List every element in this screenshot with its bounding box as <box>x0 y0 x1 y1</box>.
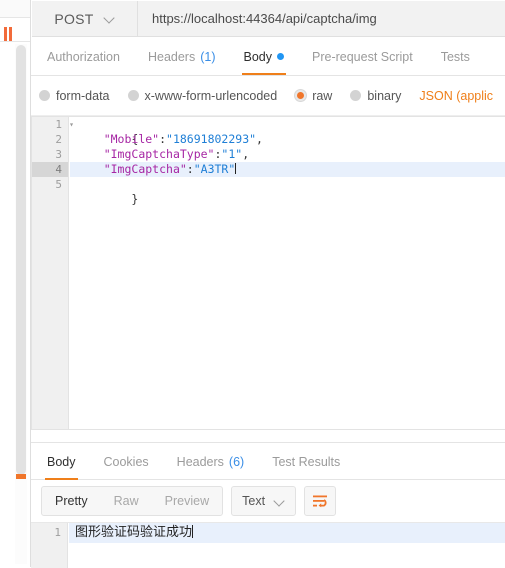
body-modified-dot-icon <box>277 53 284 60</box>
radio-form-data[interactable]: form-data <box>39 89 110 103</box>
radio-urlencoded-label: x-www-form-urlencoded <box>144 88 278 103</box>
response-line-1-text: 图形验证码验证成功 <box>75 525 193 540</box>
response-tab-test-results[interactable]: Test Results <box>258 443 354 480</box>
code-line-2-value: "18691802293" <box>166 132 257 146</box>
url-bar: POST https://localhost:44364/api/captcha… <box>31 0 505 38</box>
response-format-label: Text <box>242 494 266 508</box>
tab-tests[interactable]: Tests <box>427 38 484 75</box>
code-line-2-tail: , <box>256 132 263 146</box>
response-gutter-line-1: 1 <box>54 526 61 539</box>
response-tab-body-label: Body <box>47 454 76 469</box>
text-caret <box>235 163 237 174</box>
response-code-area[interactable]: 图形验证码验证成功 <box>69 523 505 568</box>
tab-headers-count: (1) <box>200 49 216 64</box>
request-tabs: Authorization Headers (1) Body Pre-reque… <box>31 38 505 76</box>
code-line-2-key: "Mobile" <box>103 132 160 146</box>
tab-body-label: Body <box>243 49 273 64</box>
code-line-4: "ImgCaptcha":"A3TR" <box>70 162 505 177</box>
code-line-2-colon: : <box>159 132 167 146</box>
tab-authorization-label: Authorization <box>47 49 120 64</box>
view-mode-raw[interactable]: Raw <box>101 487 152 515</box>
request-body-editor[interactable]: 1 ▾ 2 3 4 5 { "Mobile":"18691802293", "Im… <box>31 116 505 430</box>
gutter-line-2: 2 <box>55 133 62 146</box>
code-line-3: "ImgCaptchaType":"1", <box>70 147 505 162</box>
word-wrap-button[interactable] <box>304 486 337 516</box>
code-line-3-tail: , <box>242 147 250 161</box>
response-toolbar: Pretty Raw Preview Text <box>31 480 505 522</box>
panel-splitter[interactable] <box>31 430 505 442</box>
sidebar-top-bar <box>0 0 30 18</box>
response-tab-headers-count: (6) <box>228 454 245 469</box>
radio-binary[interactable]: binary <box>350 89 401 103</box>
word-wrap-icon <box>313 495 328 508</box>
pause-bars-icon <box>4 27 15 41</box>
response-tab-body[interactable]: Body <box>33 443 90 480</box>
content-type-dropdown[interactable]: JSON (applic <box>419 89 493 103</box>
response-body-viewer[interactable]: 1 图形验证码验证成功 <box>31 522 505 568</box>
tab-pre-request-script[interactable]: Pre-request Script <box>298 38 427 75</box>
tab-tests-label: Tests <box>440 49 470 64</box>
url-input[interactable]: https://localhost:44364/api/captcha/img <box>138 1 505 37</box>
radio-raw-label: raw <box>312 88 333 103</box>
http-method-dropdown[interactable]: POST <box>32 1 138 37</box>
url-text: https://localhost:44364/api/captcha/img <box>152 11 377 26</box>
editor-code-area[interactable]: { "Mobile":"18691802293", "ImgCaptchaTyp… <box>70 117 505 429</box>
code-line-4-key: "ImgCaptcha" <box>103 162 187 176</box>
sidebar-scrollbar-thumb[interactable] <box>16 45 26 475</box>
code-line-5: } <box>70 177 505 206</box>
code-line-2: "Mobile":"18691802293", <box>70 132 505 147</box>
view-mode-preview[interactable]: Preview <box>152 487 222 515</box>
code-line-5-text: } <box>131 192 139 206</box>
tab-headers-label: Headers <box>147 49 196 64</box>
response-tab-cookies-label: Cookies <box>103 454 149 469</box>
chevron-down-icon <box>274 496 285 507</box>
view-mode-pretty[interactable]: Pretty <box>42 487 101 515</box>
response-tab-test-results-label: Test Results <box>272 454 341 469</box>
editor-gutter: 1 ▾ 2 3 4 5 <box>32 117 74 429</box>
tab-pre-request-script-label: Pre-request Script <box>312 49 413 64</box>
code-line-4-colon: : <box>186 162 194 176</box>
response-line-1: 图形验证码验证成功 <box>69 523 505 543</box>
radio-raw[interactable]: raw <box>295 89 332 103</box>
radio-raw-circle-icon[interactable] <box>295 90 307 101</box>
response-gutter: 1 <box>31 523 68 568</box>
radio-form-data-label: form-data <box>56 88 110 103</box>
radio-urlencoded[interactable]: x-www-form-urlencoded <box>127 88 278 103</box>
response-format-dropdown[interactable]: Text <box>231 486 297 516</box>
request-response-panel: POST https://localhost:44364/api/captcha… <box>31 0 505 568</box>
http-method-label: POST <box>54 10 94 27</box>
radio-form-data-circle-icon[interactable] <box>39 90 50 101</box>
tab-headers[interactable]: Headers (1) <box>134 38 230 75</box>
code-line-3-value: "1" <box>221 147 243 161</box>
sidebar-orange-marker <box>16 474 26 479</box>
gutter-line-4: 4 <box>32 162 68 177</box>
body-type-selector: form-data x-www-form-urlencoded raw bina… <box>31 76 505 116</box>
gutter-line-3: 3 <box>55 148 62 161</box>
response-view-mode-group: Pretty Raw Preview <box>41 486 224 516</box>
response-tabs: Body Cookies Headers (6) Test Results <box>31 442 505 480</box>
gutter-line-1-number: 1 <box>55 118 62 131</box>
code-line-4-value: "A3TR" <box>193 162 236 176</box>
radio-urlencoded-circle-icon[interactable] <box>127 90 139 101</box>
radio-binary-circle-icon[interactable] <box>350 90 362 101</box>
code-line-3-key: "ImgCaptchaType" <box>103 147 215 161</box>
tab-body[interactable]: Body <box>230 38 299 75</box>
code-line-1: { <box>70 117 505 146</box>
response-tab-headers[interactable]: Headers (6) <box>163 443 259 480</box>
gutter-line-1: 1 ▾ <box>32 117 74 132</box>
tab-authorization[interactable]: Authorization <box>33 38 134 75</box>
response-text-caret <box>192 525 194 538</box>
response-tab-cookies[interactable]: Cookies <box>90 443 163 480</box>
response-tab-headers-label: Headers <box>176 454 224 469</box>
left-sidebar-strip <box>0 0 31 567</box>
chevron-down-icon <box>104 13 115 24</box>
radio-binary-label: binary <box>367 88 402 103</box>
gutter-line-5: 5 <box>55 178 62 191</box>
